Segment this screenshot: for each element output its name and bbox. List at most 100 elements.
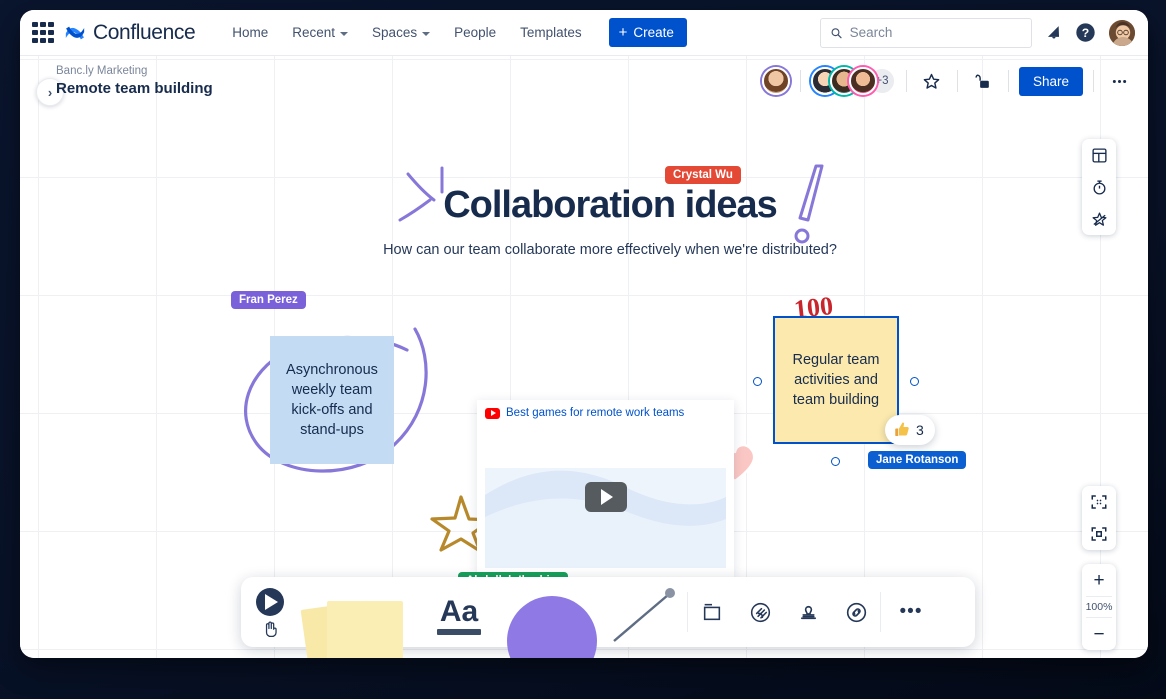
- page-title[interactable]: Remote team building: [56, 80, 213, 97]
- nav-people[interactable]: People: [443, 19, 507, 46]
- avatar-current-user[interactable]: [762, 67, 790, 95]
- nav-templates-label: Templates: [520, 25, 582, 40]
- cursor-select-icon: [255, 587, 285, 617]
- zoom-in-button[interactable]: +: [1082, 564, 1116, 596]
- select-tool[interactable]: [241, 577, 299, 647]
- more-actions-icon[interactable]: [1104, 66, 1134, 96]
- right-tool-panel-view: [1082, 486, 1116, 550]
- timer-icon[interactable]: [1082, 171, 1116, 203]
- nav-spaces[interactable]: Spaces: [361, 19, 441, 46]
- zoom-level-label[interactable]: 100%: [1086, 597, 1113, 617]
- search-input[interactable]: [850, 25, 1022, 40]
- more-tools[interactable]: •••: [881, 577, 941, 647]
- sticky-note-tool[interactable]: [299, 577, 419, 647]
- nav-home-label: Home: [232, 25, 268, 40]
- cursor-label-jane-rotanson: Jane Rotanson: [868, 451, 966, 469]
- more-tools-glyph: •••: [900, 606, 923, 617]
- divider: [957, 70, 958, 92]
- whiteboard-subtitle[interactable]: How can our team collaborate more effect…: [320, 242, 900, 258]
- whiteboard-canvas[interactable]: Collaboration ideas How can our team col…: [20, 56, 1148, 658]
- star-icon[interactable]: [917, 66, 947, 96]
- thumbs-up-icon: [893, 421, 911, 439]
- sticky-note-activities[interactable]: Regular team activities and team buildin…: [774, 317, 898, 443]
- stamp-tool[interactable]: [784, 592, 832, 632]
- breadcrumb: Banc.ly Marketing Remote team building: [56, 65, 213, 97]
- collaborator-avatars: +3: [811, 67, 896, 95]
- nav-recent-label: Recent: [292, 25, 335, 40]
- line-tool[interactable]: [603, 577, 687, 647]
- reaction-pill[interactable]: 3: [885, 415, 935, 445]
- confluence-mark-icon: [64, 22, 86, 44]
- sticky-note-async-text: Asynchronous weekly team kick-offs and s…: [280, 360, 384, 440]
- divider: [906, 70, 907, 92]
- nav-recent[interactable]: Recent: [281, 19, 359, 46]
- selection-handle-left[interactable]: [753, 377, 762, 386]
- selection-handle-bottom[interactable]: [831, 457, 840, 466]
- confluence-logo[interactable]: Confluence: [64, 21, 195, 45]
- shape-circle-icon: [503, 589, 601, 658]
- create-button[interactable]: + Create: [609, 18, 687, 47]
- search-icon: [830, 26, 843, 40]
- header-actions: +3 Share: [762, 66, 1134, 96]
- smart-section-icon: [749, 601, 772, 624]
- nav-home[interactable]: Home: [221, 19, 279, 46]
- avatar-collaborator-3[interactable]: [849, 67, 877, 95]
- profile-avatar[interactable]: [1108, 19, 1136, 47]
- plus-icon: +: [619, 25, 628, 40]
- nav-links: Home Recent Spaces People Templates + Cr…: [221, 18, 687, 47]
- video-title: Best games for remote work teams: [506, 407, 684, 419]
- notifications-icon[interactable]: [1044, 23, 1063, 42]
- sticky-note-activities-text: Regular team activities and team buildin…: [784, 350, 888, 410]
- nav-templates[interactable]: Templates: [509, 19, 593, 46]
- app-switcher-icon[interactable]: [32, 22, 54, 44]
- svg-text:Aa: Aa: [440, 595, 479, 628]
- stickers-icon[interactable]: [1082, 203, 1116, 235]
- zoom-to-selection-icon[interactable]: [1082, 518, 1116, 550]
- svg-text:?: ?: [1082, 26, 1089, 40]
- cursor-label-fran-perez: Fran Perez: [231, 291, 306, 309]
- app-window: Confluence Home Recent Spaces People Tem…: [20, 10, 1148, 658]
- line-icon: [606, 579, 682, 645]
- play-icon[interactable]: [585, 482, 627, 512]
- breadcrumb-space[interactable]: Banc.ly Marketing: [56, 65, 213, 77]
- share-button[interactable]: Share: [1019, 67, 1083, 96]
- text-aa-icon: Aa: [423, 580, 495, 644]
- sticky-note-icon: [299, 591, 417, 658]
- brand-name: Confluence: [93, 21, 195, 45]
- help-icon[interactable]: ?: [1075, 22, 1096, 43]
- zoom-in-label: +: [1093, 571, 1104, 590]
- frame-icon: [701, 601, 723, 623]
- stamp-icon: [797, 601, 820, 624]
- chevron-right-icon: ›: [48, 85, 52, 100]
- shape-tool[interactable]: [503, 577, 603, 647]
- nav-right-cluster: ?: [820, 18, 1148, 48]
- frame-tool[interactable]: [688, 592, 736, 632]
- nav-spaces-label: Spaces: [372, 25, 417, 40]
- selection-handle-right[interactable]: [910, 377, 919, 386]
- nav-people-label: People: [454, 25, 496, 40]
- smart-section-tool[interactable]: [736, 592, 784, 632]
- link-icon: [845, 601, 868, 624]
- templates-icon[interactable]: [1082, 139, 1116, 171]
- chevron-down-icon: [340, 32, 348, 36]
- divider: [1008, 70, 1009, 92]
- zoom-controls: + 100% −: [1082, 564, 1116, 650]
- global-navigation: Confluence Home Recent Spaces People Tem…: [20, 10, 1148, 56]
- whiteboard-toolbar: Aa: [241, 577, 975, 647]
- video-embed-card[interactable]: Best games for remote work teams: [477, 400, 734, 578]
- chevron-down-icon: [422, 32, 430, 36]
- reaction-count: 3: [916, 422, 924, 438]
- whiteboard-title[interactable]: Collaboration ideas: [420, 184, 800, 227]
- fit-to-content-icon[interactable]: [1082, 486, 1116, 518]
- create-label: Create: [633, 25, 674, 40]
- link-tool[interactable]: [832, 592, 880, 632]
- video-thumbnail[interactable]: [485, 425, 726, 568]
- sticky-note-async[interactable]: Asynchronous weekly team kick-offs and s…: [270, 336, 394, 464]
- right-tool-panel-top: [1082, 139, 1116, 235]
- zoom-out-button[interactable]: −: [1082, 618, 1116, 650]
- divider: [800, 70, 801, 92]
- divider: [1093, 70, 1094, 92]
- search-box[interactable]: [820, 18, 1032, 48]
- text-tool[interactable]: Aa: [419, 577, 503, 647]
- unlock-icon[interactable]: [968, 66, 998, 96]
